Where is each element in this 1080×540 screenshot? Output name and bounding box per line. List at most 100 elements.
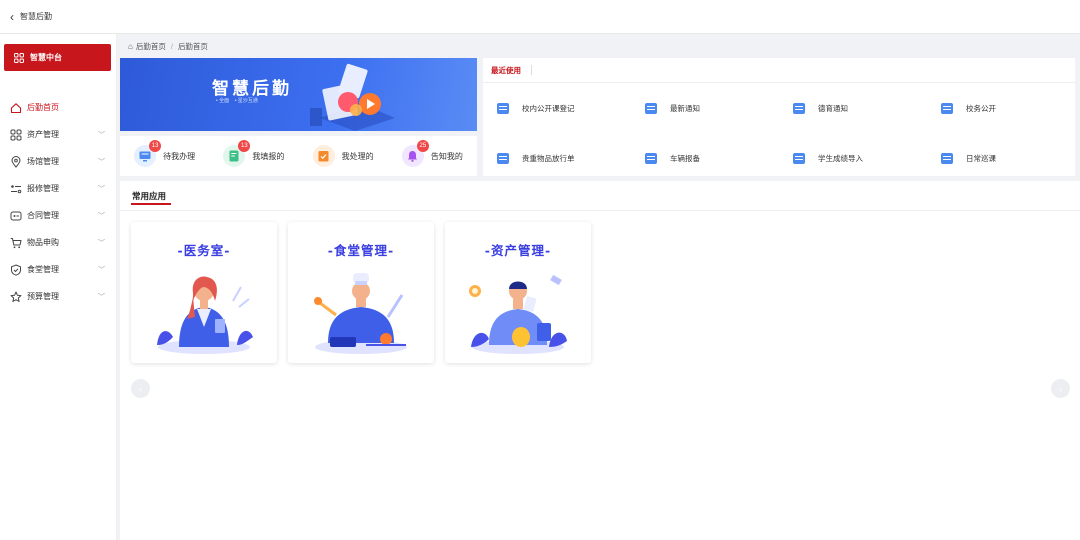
chevron-down-icon: ﹀ — [98, 267, 105, 274]
quick-actions: 13 待我办理 13 我填报的 我处理的 25 告知我的 — [120, 136, 477, 176]
recent-item-label: 车辆报备 — [670, 154, 700, 163]
grid-icon — [14, 52, 24, 63]
quick-action-handled[interactable]: 我处理的 — [312, 145, 374, 167]
app-title: 智慧后勤 — [20, 12, 52, 21]
recent-item-label: 贵重物品放行单 — [522, 154, 575, 163]
sidebar: 智慧中台 后勤首页 资产管理 ﹀ 场馆管理 ﹀ 报修管理 ﹀ 合同管理 ﹀ 物品… — [0, 34, 117, 540]
recent-item-label: 校务公开 — [966, 104, 996, 113]
sidebar-nav: 后勤首页 资产管理 ﹀ 场馆管理 ﹀ 报修管理 ﹀ 合同管理 ﹀ 物品申购 ﹀ … — [0, 94, 117, 310]
chevron-down-icon: ﹀ — [98, 213, 105, 220]
recent-item[interactable]: 校内公开课登记 — [497, 96, 645, 121]
banner-illustration-icon — [310, 63, 395, 131]
breadcrumb: ⌂ 后勤首页 / 后勤首页 — [128, 41, 208, 52]
chevron-down-icon: ﹀ — [98, 240, 105, 247]
breadcrumb-current: 后勤首页 — [177, 42, 208, 51]
form-icon — [497, 103, 509, 114]
divider — [531, 65, 532, 75]
quick-action-label: 我填报的 — [252, 151, 285, 161]
quick-action-todo[interactable]: 13 待我办理 — [134, 140, 196, 167]
app-card-assets[interactable]: -资产管理- — [445, 222, 591, 363]
sidebar-item-label: 预算管理 — [27, 292, 59, 301]
breadcrumb-home[interactable]: 后勤首页 — [136, 41, 166, 52]
recent-item-label: 校内公开课登记 — [522, 104, 575, 113]
app-card-title: -资产管理- — [484, 243, 552, 258]
sidebar-item-repair[interactable]: 报修管理 ﹀ — [0, 175, 117, 202]
brand-button[interactable]: 智慧中台 — [4, 44, 111, 71]
chevron-down-icon: ﹀ — [98, 159, 105, 166]
app-card-title: -医务室- — [177, 243, 231, 258]
breadcrumb-separator: / — [170, 42, 173, 51]
sidebar-item-label: 食堂管理 — [27, 265, 59, 274]
app-card-canteen[interactable]: -食堂管理- — [288, 222, 434, 363]
recent-item[interactable]: 德育通知 — [793, 96, 941, 121]
recent-item[interactable]: 车辆报备 — [645, 146, 793, 171]
sidebar-item-venues[interactable]: 场馆管理 ﹀ — [0, 148, 117, 175]
count-badge: 25 — [416, 140, 429, 152]
brand-label: 智慧中台 — [30, 53, 62, 62]
clipboard-check-icon — [312, 145, 335, 167]
form-icon — [497, 153, 509, 164]
chevron-down-icon: ﹀ — [98, 294, 105, 301]
quick-action-label: 我处理的 — [341, 151, 374, 161]
recent-title: 最近使用 — [491, 65, 521, 75]
chevron-down-icon: ﹀ — [98, 132, 105, 139]
recent-item[interactable]: 日常巡课 — [941, 146, 1080, 171]
recent-item[interactable]: 学生成绩导入 — [793, 146, 941, 171]
recent-item[interactable]: 最新通知 — [645, 96, 793, 121]
form-icon — [645, 103, 657, 114]
repair-icon — [11, 184, 22, 193]
cart-icon — [10, 237, 22, 248]
sidebar-item-budget[interactable]: 预算管理 ﹀ — [0, 283, 117, 310]
sidebar-item-label: 合同管理 — [27, 211, 59, 220]
sidebar-item-purchase[interactable]: 物品申购 ﹀ — [0, 229, 117, 256]
sidebar-item-contracts[interactable]: 合同管理 ﹀ — [0, 202, 117, 229]
app-card-clinic[interactable]: -医务室- — [131, 222, 277, 363]
sidebar-item-home[interactable]: 后勤首页 — [0, 94, 117, 121]
sidebar-item-label: 场馆管理 — [27, 157, 59, 166]
count-badge: 13 — [238, 140, 251, 152]
chevron-down-icon: ﹀ — [98, 186, 105, 193]
star-icon — [10, 291, 22, 302]
carousel-next-button[interactable]: › — [1051, 379, 1070, 398]
home-icon — [10, 102, 22, 113]
carousel-prev-button[interactable]: ‹ — [131, 379, 150, 398]
quick-action-label: 待我办理 — [163, 151, 196, 161]
quick-action-submitted[interactable]: 13 我填报的 — [223, 140, 285, 167]
form-icon — [793, 103, 805, 114]
app-card-title: -食堂管理- — [327, 243, 395, 258]
recent-header: 最近使用 — [483, 58, 1075, 83]
bell-icon: 25 — [401, 140, 429, 167]
sidebar-item-label: 后勤首页 — [27, 103, 59, 112]
sidebar-item-label: 报修管理 — [27, 184, 59, 193]
recent-item-label: 学生成绩导入 — [818, 154, 863, 163]
recent-item[interactable]: 校务公开 — [941, 96, 1080, 121]
chef-illustration-icon — [314, 273, 407, 354]
chevron-left-icon[interactable]: ‹ — [10, 11, 14, 23]
home-icon: ⌂ — [128, 42, 133, 51]
grid-icon — [10, 129, 22, 140]
form-icon — [793, 153, 805, 164]
doctor-illustration-icon — [157, 276, 253, 354]
shield-check-icon — [11, 263, 21, 276]
asset-illustration-icon — [469, 274, 567, 354]
sidebar-item-canteen[interactable]: 食堂管理 ﹀ — [0, 256, 117, 283]
sidebar-item-assets[interactable]: 资产管理 ﹀ — [0, 121, 117, 148]
contract-icon — [10, 211, 22, 220]
recent-item-label: 最新通知 — [670, 104, 700, 113]
recent-grid: 校内公开课登记 最新通知 德育通知 校务公开 贵重物品放行单 车辆报备 学生成绩… — [497, 96, 1067, 171]
sidebar-item-label: 资产管理 — [27, 130, 59, 139]
common-apps-panel: 常用应用 -医务室- -食堂管理- -资产管理- ‹ › — [120, 181, 1080, 540]
quick-action-label: 告知我的 — [430, 151, 463, 161]
form-icon — [645, 153, 657, 164]
recent-item-label: 德育通知 — [818, 104, 848, 113]
apps-title: 常用应用 — [132, 191, 167, 201]
edit-doc-icon: 13 — [223, 140, 251, 167]
active-underline — [131, 203, 171, 205]
quick-action-notify[interactable]: 25 告知我的 — [401, 140, 463, 167]
banner: 智慧后勤 • 全面 • 星沙互通 — [120, 58, 477, 131]
location-icon — [11, 155, 21, 168]
recent-item-label: 日常巡课 — [966, 154, 996, 163]
top-bar: ‹ 智慧后勤 — [0, 0, 1080, 34]
count-badge: 13 — [149, 140, 162, 152]
recent-item[interactable]: 贵重物品放行单 — [497, 146, 645, 171]
